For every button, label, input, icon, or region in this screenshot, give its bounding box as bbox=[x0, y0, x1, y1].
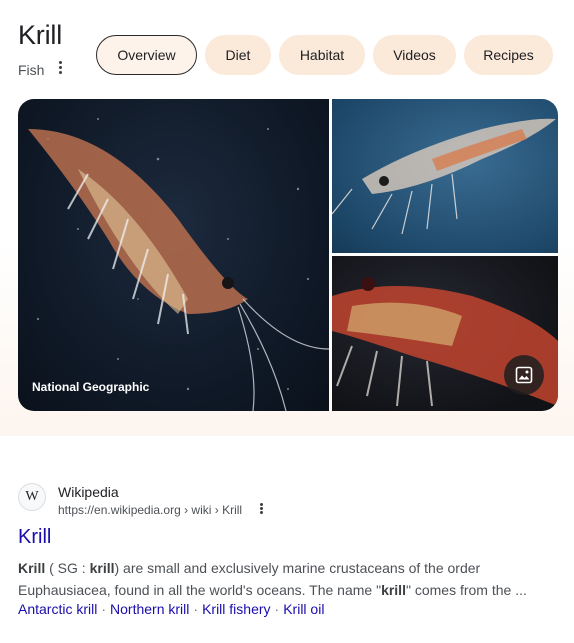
result-site-name[interactable]: Wikipedia bbox=[58, 484, 119, 500]
knowledge-panel: Krill Fish Overview Diet Habitat Videos … bbox=[0, 0, 574, 436]
topic-tabs: Overview Diet Habitat Videos Recipes bbox=[96, 35, 553, 75]
entity-subtitle: Fish bbox=[18, 62, 45, 78]
tab-habitat[interactable]: Habitat bbox=[279, 35, 365, 75]
sitelink-northern-krill[interactable]: Northern krill bbox=[110, 601, 189, 617]
snippet-text: " comes from the ... bbox=[405, 582, 527, 598]
result-snippet: Krill ( SG : krill) are small and exclus… bbox=[18, 557, 558, 601]
tab-videos[interactable]: Videos bbox=[373, 35, 456, 75]
krill-image-top-right[interactable] bbox=[332, 99, 558, 253]
sitelink-krill-fishery[interactable]: Krill fishery bbox=[202, 601, 270, 617]
snippet-text: ( SG : bbox=[45, 560, 90, 576]
snippet-bold: Krill bbox=[18, 560, 46, 576]
snippet-bold: krill bbox=[381, 582, 406, 598]
result-title-link[interactable]: Krill bbox=[18, 526, 51, 549]
image-gallery: National Geographic bbox=[18, 99, 558, 411]
sitelink-krill-oil[interactable]: Krill oil bbox=[283, 601, 324, 617]
result-url[interactable]: https://en.wikipedia.org › wiki › Krill bbox=[58, 503, 242, 517]
entity-title: Krill bbox=[18, 20, 62, 50]
krill-image-bottom-right[interactable] bbox=[332, 256, 558, 411]
tab-diet[interactable]: Diet bbox=[205, 35, 271, 75]
snippet-bold: krill bbox=[89, 560, 115, 576]
sitelink-antarctic-krill[interactable]: Antarctic krill bbox=[18, 601, 97, 617]
sitelink-separator: · bbox=[101, 601, 107, 617]
more-options-icon[interactable] bbox=[54, 59, 66, 77]
sitelinks: Antarctic krill · Northern krill · Krill fis… bbox=[18, 601, 324, 617]
image-credit: National Geographic bbox=[32, 380, 150, 394]
tab-recipes[interactable]: Recipes bbox=[464, 35, 553, 75]
wikipedia-favicon-icon[interactable]: W bbox=[18, 483, 46, 511]
image-icon[interactable] bbox=[504, 355, 544, 395]
sitelink-separator: · bbox=[274, 601, 280, 617]
tab-overview[interactable]: Overview bbox=[96, 35, 197, 75]
more-options-icon[interactable] bbox=[256, 502, 266, 518]
sitelink-separator: · bbox=[193, 601, 199, 617]
krill-image-main[interactable]: National Geographic bbox=[18, 99, 329, 411]
